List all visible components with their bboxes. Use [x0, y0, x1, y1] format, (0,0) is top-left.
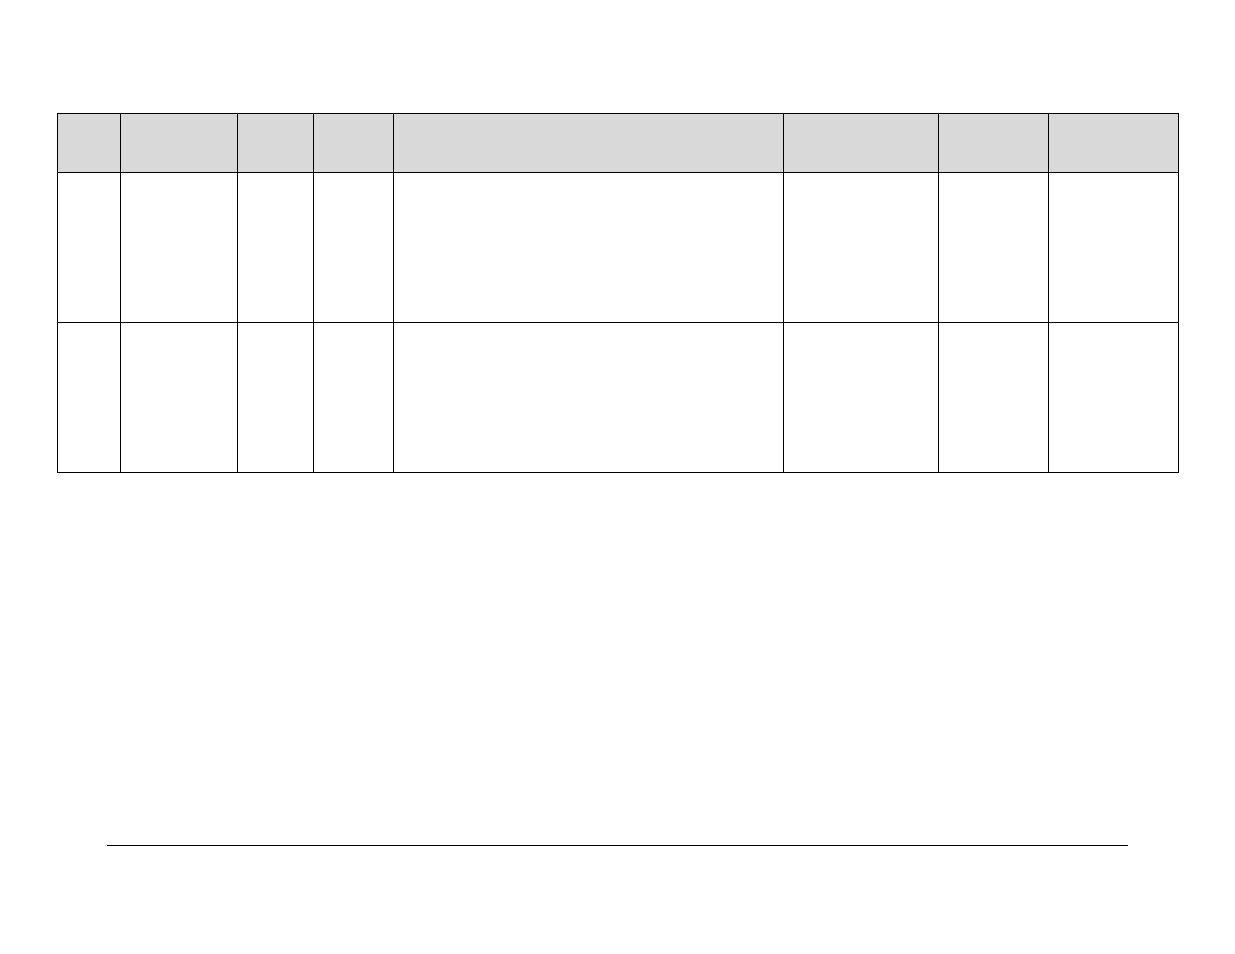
table-cell	[394, 323, 784, 473]
footer-divider	[107, 845, 1128, 846]
table-cell	[1049, 173, 1179, 323]
table-cell	[121, 173, 238, 323]
table-header-cell	[58, 114, 121, 173]
table-header-cell	[314, 114, 394, 173]
table-cell	[1049, 323, 1179, 473]
table-header-row	[58, 114, 1179, 173]
table-cell	[314, 173, 394, 323]
table-header-cell	[784, 114, 939, 173]
data-table	[57, 113, 1179, 473]
table-cell	[121, 323, 238, 473]
table-header-cell	[121, 114, 238, 173]
table-header-cell	[394, 114, 784, 173]
table-header-cell	[1049, 114, 1179, 173]
table-row	[58, 323, 1179, 473]
table-row	[58, 173, 1179, 323]
document-page	[0, 0, 1235, 954]
table-cell	[58, 173, 121, 323]
table-cell	[784, 323, 939, 473]
table-cell	[939, 173, 1049, 323]
table-header-cell	[939, 114, 1049, 173]
table-cell	[314, 323, 394, 473]
table-cell	[939, 323, 1049, 473]
table-cell	[58, 323, 121, 473]
table-cell	[394, 173, 784, 323]
table-cell	[238, 173, 314, 323]
table-header-cell	[238, 114, 314, 173]
table-cell	[784, 173, 939, 323]
table-cell	[238, 323, 314, 473]
